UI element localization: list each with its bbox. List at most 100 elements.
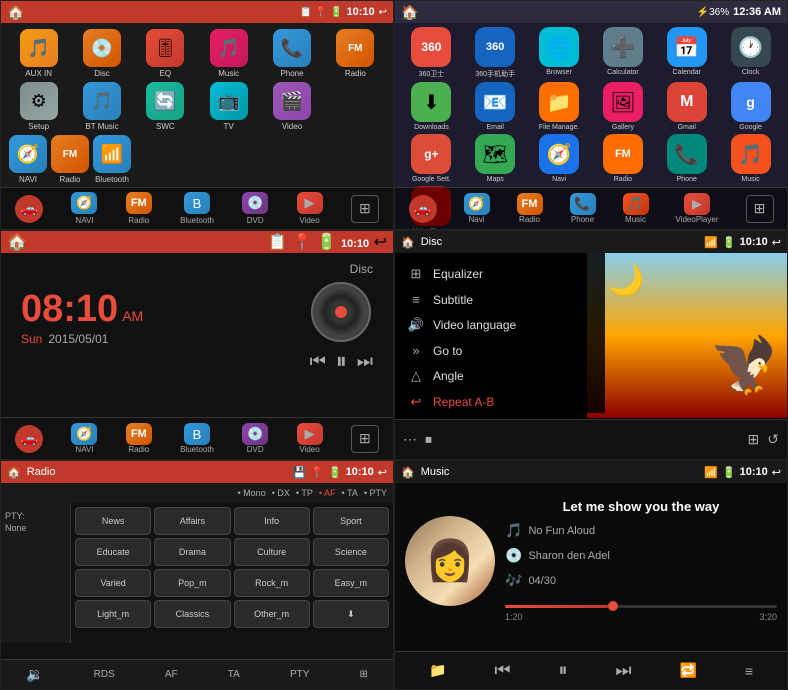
pty-btn[interactable]: PTY bbox=[290, 669, 309, 680]
grid-btn[interactable]: ⊞ bbox=[351, 195, 379, 223]
next-btn[interactable]: ⏭ bbox=[357, 351, 373, 372]
progress-bar[interactable] bbox=[505, 605, 777, 608]
nav2-navi[interactable]: 🧭 Navi bbox=[464, 193, 490, 224]
nav-video[interactable]: ▶ Video bbox=[297, 192, 323, 225]
nav2-phone[interactable]: 📞 Phone bbox=[570, 193, 596, 224]
nav3-dvd[interactable]: 💿 DVD bbox=[242, 423, 268, 454]
nav3-radio[interactable]: FM Radio bbox=[126, 423, 152, 454]
android-app-files[interactable]: 📁 File Manage. bbox=[529, 82, 590, 131]
menu-videolang[interactable]: 🔊 Video language bbox=[395, 312, 605, 338]
app-setup[interactable]: ⚙ Setup bbox=[9, 82, 68, 131]
radio-btn-news[interactable]: News bbox=[75, 507, 151, 535]
prev-btn[interactable]: ⏮ bbox=[310, 351, 326, 372]
back-icon-p6[interactable]: ↩ bbox=[772, 466, 781, 479]
music-repeat-btn[interactable]: 🔁 bbox=[679, 662, 696, 679]
android-app-gallery[interactable]: 🖼 Gallery bbox=[592, 82, 653, 131]
app-eq[interactable]: 🎚 EQ bbox=[136, 29, 195, 78]
car-icon-p3[interactable]: 🚗 bbox=[15, 425, 43, 453]
android-app-browser[interactable]: 🌐 Browser bbox=[529, 27, 590, 79]
radio-btn-drama[interactable]: Drama bbox=[154, 538, 230, 566]
menu-angle[interactable]: △ Angle bbox=[395, 363, 605, 389]
music-playlist-btn[interactable]: ≡ bbox=[745, 663, 753, 679]
nav3-video[interactable]: ▶ Video bbox=[297, 423, 323, 454]
ta-btn[interactable]: TA bbox=[228, 669, 240, 680]
app-phone[interactable]: 📞 Phone bbox=[262, 29, 321, 78]
radio-btn-educate[interactable]: Educate bbox=[75, 538, 151, 566]
repeat-ctrl-btn[interactable]: ↺ bbox=[767, 431, 779, 448]
app-navi2[interactable]: 🧭 NAVI bbox=[9, 135, 47, 184]
app-swc[interactable]: 🔄 SWC bbox=[136, 82, 195, 131]
android-app-gsettings[interactable]: g+ Google Sett. bbox=[401, 134, 462, 183]
more-btn[interactable]: ⋯ bbox=[403, 431, 417, 448]
nav-bt[interactable]: B Bluetooth bbox=[180, 192, 214, 225]
app-tv[interactable]: 📺 TV bbox=[199, 82, 258, 131]
app-disc[interactable]: 💿 Disc bbox=[72, 29, 131, 78]
grid-btn-p3[interactable]: ⊞ bbox=[351, 425, 379, 453]
app-aux[interactable]: 🎵 AUX IN bbox=[9, 29, 68, 78]
android-app-maps[interactable]: 🗺 Maps bbox=[465, 134, 526, 183]
android-app-music2[interactable]: 🎵 Music bbox=[720, 134, 781, 183]
vol-down-icon[interactable]: 🔉 bbox=[26, 666, 43, 683]
radio-btn-popm[interactable]: Pop_m bbox=[154, 569, 230, 597]
music-prev-btn[interactable]: ⏮ bbox=[494, 660, 510, 681]
nav2-video[interactable]: ▶ VideoPlayer bbox=[676, 193, 719, 224]
nav3-bt[interactable]: B Bluetooth bbox=[180, 423, 214, 454]
radio-btn-otherm[interactable]: Other_m bbox=[234, 600, 310, 628]
android-app-360[interactable]: 360 360卫士 bbox=[401, 27, 462, 79]
app-video[interactable]: 🎬 Video bbox=[262, 82, 321, 131]
nav3-navi[interactable]: 🧭 NAVI bbox=[71, 423, 97, 454]
music-next-btn[interactable]: ⏭ bbox=[615, 660, 631, 681]
stop-btn[interactable]: ⏹ bbox=[425, 431, 432, 448]
radio-btn-culture[interactable]: Culture bbox=[234, 538, 310, 566]
menu-equalizer[interactable]: ⊞ Equalizer bbox=[395, 261, 605, 287]
android-app-360helper[interactable]: 360 360手机助手 bbox=[465, 27, 526, 79]
radio-btn-varied[interactable]: Varied bbox=[75, 569, 151, 597]
android-app-email[interactable]: 📧 Email bbox=[465, 82, 526, 131]
music-pause-btn[interactable]: ⏸ bbox=[558, 660, 567, 681]
nav2-radio[interactable]: FM Radio bbox=[517, 193, 543, 224]
menu-subtitle[interactable]: ≡ Subtitle bbox=[395, 287, 605, 312]
grid-btn-p2[interactable]: ⊞ bbox=[746, 195, 774, 223]
radio-btn-info[interactable]: Info bbox=[234, 507, 310, 535]
android-app-radio[interactable]: FM Radio bbox=[592, 134, 653, 183]
menu-goto[interactable]: » Go to bbox=[395, 338, 605, 363]
radio-btn-lightm[interactable]: Light_m bbox=[75, 600, 151, 628]
android-app-clock[interactable]: 🕐 Clock bbox=[720, 27, 781, 79]
android-app-google[interactable]: g Google bbox=[720, 82, 781, 131]
radio-btn-affairs[interactable]: Affairs bbox=[154, 507, 230, 535]
radio-btn-easym[interactable]: Easy_m bbox=[313, 569, 389, 597]
app-btmusic[interactable]: 🎵 BT Music bbox=[72, 82, 131, 131]
af-btn[interactable]: AF bbox=[165, 669, 178, 680]
back-icon-p3[interactable]: ↩ bbox=[374, 234, 387, 251]
radio-btn-down[interactable]: ⬇ bbox=[313, 600, 389, 628]
nav-radio[interactable]: FM Radio bbox=[126, 192, 152, 225]
rds-btn[interactable]: RDS bbox=[94, 669, 115, 680]
back-icon-p5[interactable]: ↩ bbox=[378, 466, 387, 479]
nav-car-btn[interactable]: 🚗 bbox=[15, 195, 43, 223]
back-icon-p4[interactable]: ↩ bbox=[772, 236, 781, 249]
android-app-downloads[interactable]: ⬇ Downloads bbox=[401, 82, 462, 131]
folder-btn[interactable]: 📁 bbox=[429, 662, 446, 679]
app-radio[interactable]: FM Radio bbox=[326, 29, 385, 78]
radio-btn-rockm[interactable]: Rock_m bbox=[234, 569, 310, 597]
app-music[interactable]: 🎵 Music bbox=[199, 29, 258, 78]
menu-btn[interactable]: ⊞ bbox=[748, 431, 760, 448]
back-icon[interactable]: ↩ bbox=[379, 7, 387, 18]
nav2-music[interactable]: 🎵 Music bbox=[623, 193, 649, 224]
radio-btn-classics[interactable]: Classics bbox=[154, 600, 230, 628]
android-app-gmail[interactable]: M Gmail bbox=[656, 82, 717, 131]
nav2-car[interactable]: 🚗 bbox=[409, 195, 437, 223]
menu-repeat[interactable]: ↩ Repeat A-B bbox=[395, 389, 605, 415]
android-app-navi[interactable]: 🧭 Navi bbox=[529, 134, 590, 183]
app-bt2[interactable]: 📶 Bluetooth bbox=[93, 135, 131, 184]
android-app-calc[interactable]: ➕ Calculator bbox=[592, 27, 653, 79]
pause-btn[interactable]: ⏸ bbox=[336, 348, 347, 374]
radio-btn-sport[interactable]: Sport bbox=[313, 507, 389, 535]
settings-btn[interactable]: ⊞ bbox=[360, 669, 368, 680]
android-app-phone[interactable]: 📞 Phone bbox=[656, 134, 717, 183]
radio-btn-science[interactable]: Science bbox=[313, 538, 389, 566]
nav-dvd[interactable]: 💿 DVD bbox=[242, 192, 268, 225]
nav-navi[interactable]: 🧭 NAVI bbox=[71, 192, 97, 225]
android-app-calendar[interactable]: 📅 Calendar bbox=[656, 27, 717, 79]
app-fmradio[interactable]: FM Radio bbox=[51, 135, 89, 184]
